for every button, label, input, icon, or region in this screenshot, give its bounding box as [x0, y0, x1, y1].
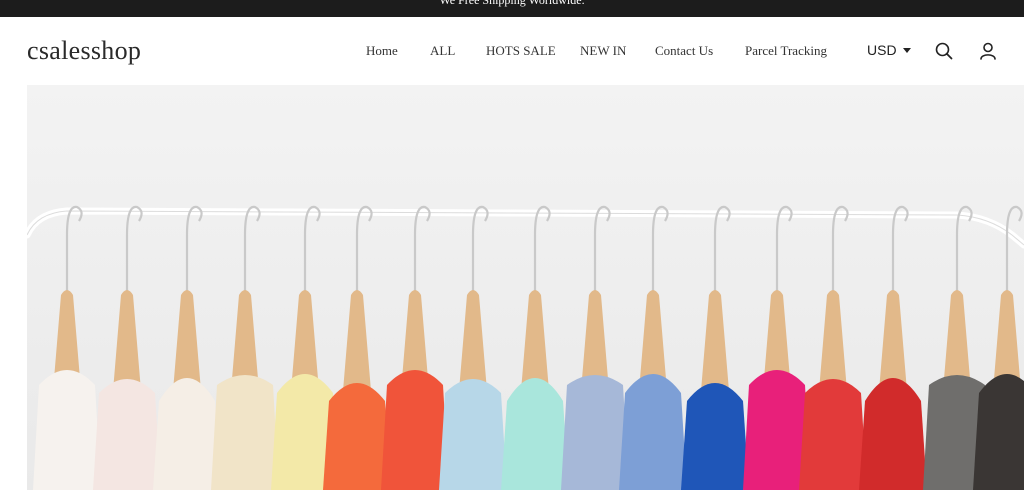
nav-parcel-tracking[interactable]: Parcel Tracking — [745, 43, 827, 59]
hanger-hook — [355, 205, 373, 293]
nav-new-in[interactable]: NEW IN — [580, 43, 626, 59]
hanger-hook — [955, 205, 973, 293]
garment — [323, 383, 391, 490]
garment — [561, 375, 629, 490]
nav-all[interactable]: ALL — [430, 43, 455, 59]
hanger-hook — [651, 205, 669, 293]
hanger-hook — [593, 205, 611, 293]
hero-banner[interactable] — [27, 85, 1024, 490]
garment — [681, 383, 749, 490]
nav-contact-us[interactable]: Contact Us — [655, 43, 713, 59]
hanger-hook — [413, 205, 431, 293]
garment — [381, 370, 449, 490]
hanger-hook — [775, 205, 793, 293]
garment — [973, 374, 1024, 490]
currency-label: USD — [867, 42, 897, 58]
site-header: csalesshop Home ALL HOTS SALE NEW IN Con… — [0, 17, 1024, 85]
hanger-hook — [533, 205, 551, 293]
hanger-hook — [303, 205, 321, 293]
hanger-hook — [713, 205, 731, 293]
hanger-hook — [891, 205, 909, 293]
hanger-hook — [1005, 205, 1023, 293]
hanger-hook — [471, 205, 489, 293]
hanger-hook — [185, 205, 203, 293]
garment — [859, 378, 927, 490]
garment — [93, 379, 161, 490]
hanger-hook — [831, 205, 849, 293]
currency-selector[interactable]: USD — [867, 42, 911, 58]
garment — [619, 374, 687, 490]
nav-hots-sale[interactable]: HOTS SALE — [486, 43, 556, 59]
chevron-down-icon — [902, 47, 911, 53]
garment — [153, 378, 221, 490]
garment — [501, 378, 569, 490]
garment — [211, 375, 279, 490]
garment — [439, 379, 507, 490]
brand-logo[interactable]: csalesshop — [27, 36, 141, 66]
nav-home[interactable]: Home — [366, 43, 398, 59]
user-icon[interactable] — [978, 41, 998, 61]
hanger-hook — [125, 205, 143, 293]
garment — [33, 370, 101, 490]
hanger-hook — [243, 205, 261, 293]
announcement-bar: We Free Shipping Worldwide. — [0, 0, 1024, 17]
garment — [799, 379, 867, 490]
clothes-rack-illustration — [27, 205, 1024, 490]
hanger-hook — [65, 205, 83, 293]
announcement-text: We Free Shipping Worldwide. — [439, 0, 585, 7]
search-icon[interactable] — [934, 41, 954, 61]
